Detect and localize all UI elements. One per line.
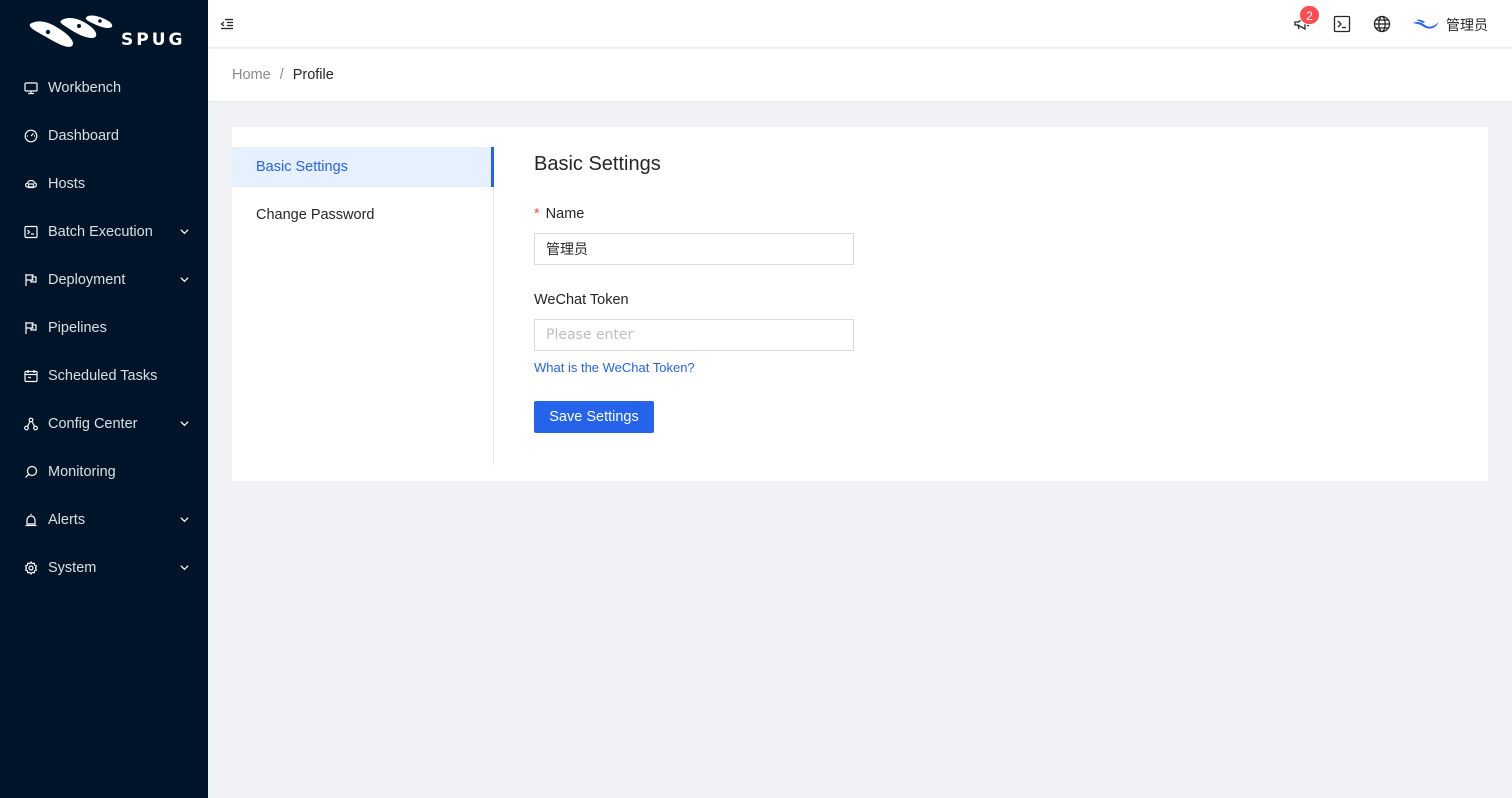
profile-card: Basic Settings Change Password Basic Set…: [232, 127, 1488, 481]
terminal-icon[interactable]: [1333, 15, 1351, 33]
sidebar-item-label: Dashboard: [48, 128, 119, 144]
profile-menu-change-password[interactable]: Change Password: [232, 195, 494, 235]
alert-icon: [24, 513, 38, 527]
save-settings-button[interactable]: Save Settings: [534, 401, 654, 433]
breadcrumb-home[interactable]: Home: [232, 67, 271, 83]
chevron-down-icon: [180, 421, 189, 427]
monitor-icon: [24, 465, 38, 479]
globe-icon[interactable]: [1373, 15, 1391, 33]
breadcrumb: Home / Profile: [208, 49, 1512, 102]
logo-text: SPUG: [121, 30, 186, 50]
required-mark: *: [534, 206, 540, 222]
wechat-token-label: WeChat Token: [534, 292, 629, 308]
wechat-token-help-link[interactable]: What is the WeChat Token?: [534, 360, 695, 375]
breadcrumb-current: Profile: [292, 67, 334, 83]
top-header: 2 管理员: [208, 0, 1512, 48]
setting-icon: [24, 561, 38, 575]
sidebar-item-label: Scheduled Tasks: [48, 368, 158, 384]
name-field[interactable]: [534, 233, 854, 265]
sidebar-item-monitoring[interactable]: Monitoring: [0, 452, 208, 492]
profile-menu-label: Change Password: [256, 207, 375, 223]
sidebar-item-config-center[interactable]: Config Center: [0, 404, 208, 444]
flag-icon: [24, 273, 38, 287]
profile-menu-label: Basic Settings: [256, 159, 348, 175]
dashboard-icon: [24, 129, 38, 143]
code-icon: [24, 225, 38, 239]
sidebar-item-deployment[interactable]: Deployment: [0, 260, 208, 300]
sidebar-item-label: Hosts: [48, 176, 86, 192]
cloud-server-icon: [24, 177, 38, 191]
sidebar-item-label: Workbench: [48, 80, 122, 96]
sidebar-item-label: System: [48, 560, 97, 576]
sidebar-item-label: Alerts: [48, 512, 86, 528]
chevron-down-icon: [180, 229, 189, 235]
sidebar-item-dashboard[interactable]: Dashboard: [0, 116, 208, 156]
profile-menu: Basic Settings Change Password: [232, 147, 494, 465]
sidebar-item-workbench[interactable]: Workbench: [0, 68, 208, 108]
deployment-unit-icon: [24, 417, 38, 431]
avatar[interactable]: [1413, 17, 1439, 31]
chevron-down-icon: [180, 277, 189, 283]
logo: SPUG: [0, 0, 208, 64]
form-title: Basic Settings: [534, 153, 661, 175]
user-name[interactable]: 管理员: [1446, 15, 1488, 35]
sidebar-item-label: Deployment: [48, 272, 126, 288]
sidebar-item-hosts[interactable]: Hosts: [0, 164, 208, 204]
schedule-icon: [24, 369, 38, 383]
wechat-token-field[interactable]: [534, 319, 854, 351]
name-label-text: Name: [545, 206, 585, 222]
sidebar-item-label: Monitoring: [48, 464, 116, 480]
sidebar: SPUG Workbench Dashboard Hosts Batch Exe…: [0, 0, 208, 798]
profile-menu-basic-settings[interactable]: Basic Settings: [232, 147, 494, 187]
flag-icon: [24, 321, 38, 335]
chevron-down-icon: [180, 517, 189, 523]
chevron-down-icon: [180, 565, 189, 571]
name-label: * Name: [534, 206, 584, 222]
breadcrumb-separator: /: [279, 67, 284, 83]
sidebar-item-batch-execution[interactable]: Batch Execution: [0, 212, 208, 252]
sidebar-item-scheduled-tasks[interactable]: Scheduled Tasks: [0, 356, 208, 396]
sidebar-item-label: Config Center: [48, 416, 138, 432]
spug-logo-icon: [29, 15, 113, 47]
sidebar-item-system[interactable]: System: [0, 548, 208, 588]
sidebar-item-label: Batch Execution: [48, 224, 153, 240]
sidebar-item-label: Pipelines: [48, 320, 107, 336]
sidebar-item-alerts[interactable]: Alerts: [0, 500, 208, 540]
notification-count-badge: 2: [1299, 5, 1320, 25]
menu-fold-icon[interactable]: [220, 17, 234, 31]
sidebar-item-pipelines[interactable]: Pipelines: [0, 308, 208, 348]
desktop-icon: [24, 81, 38, 95]
